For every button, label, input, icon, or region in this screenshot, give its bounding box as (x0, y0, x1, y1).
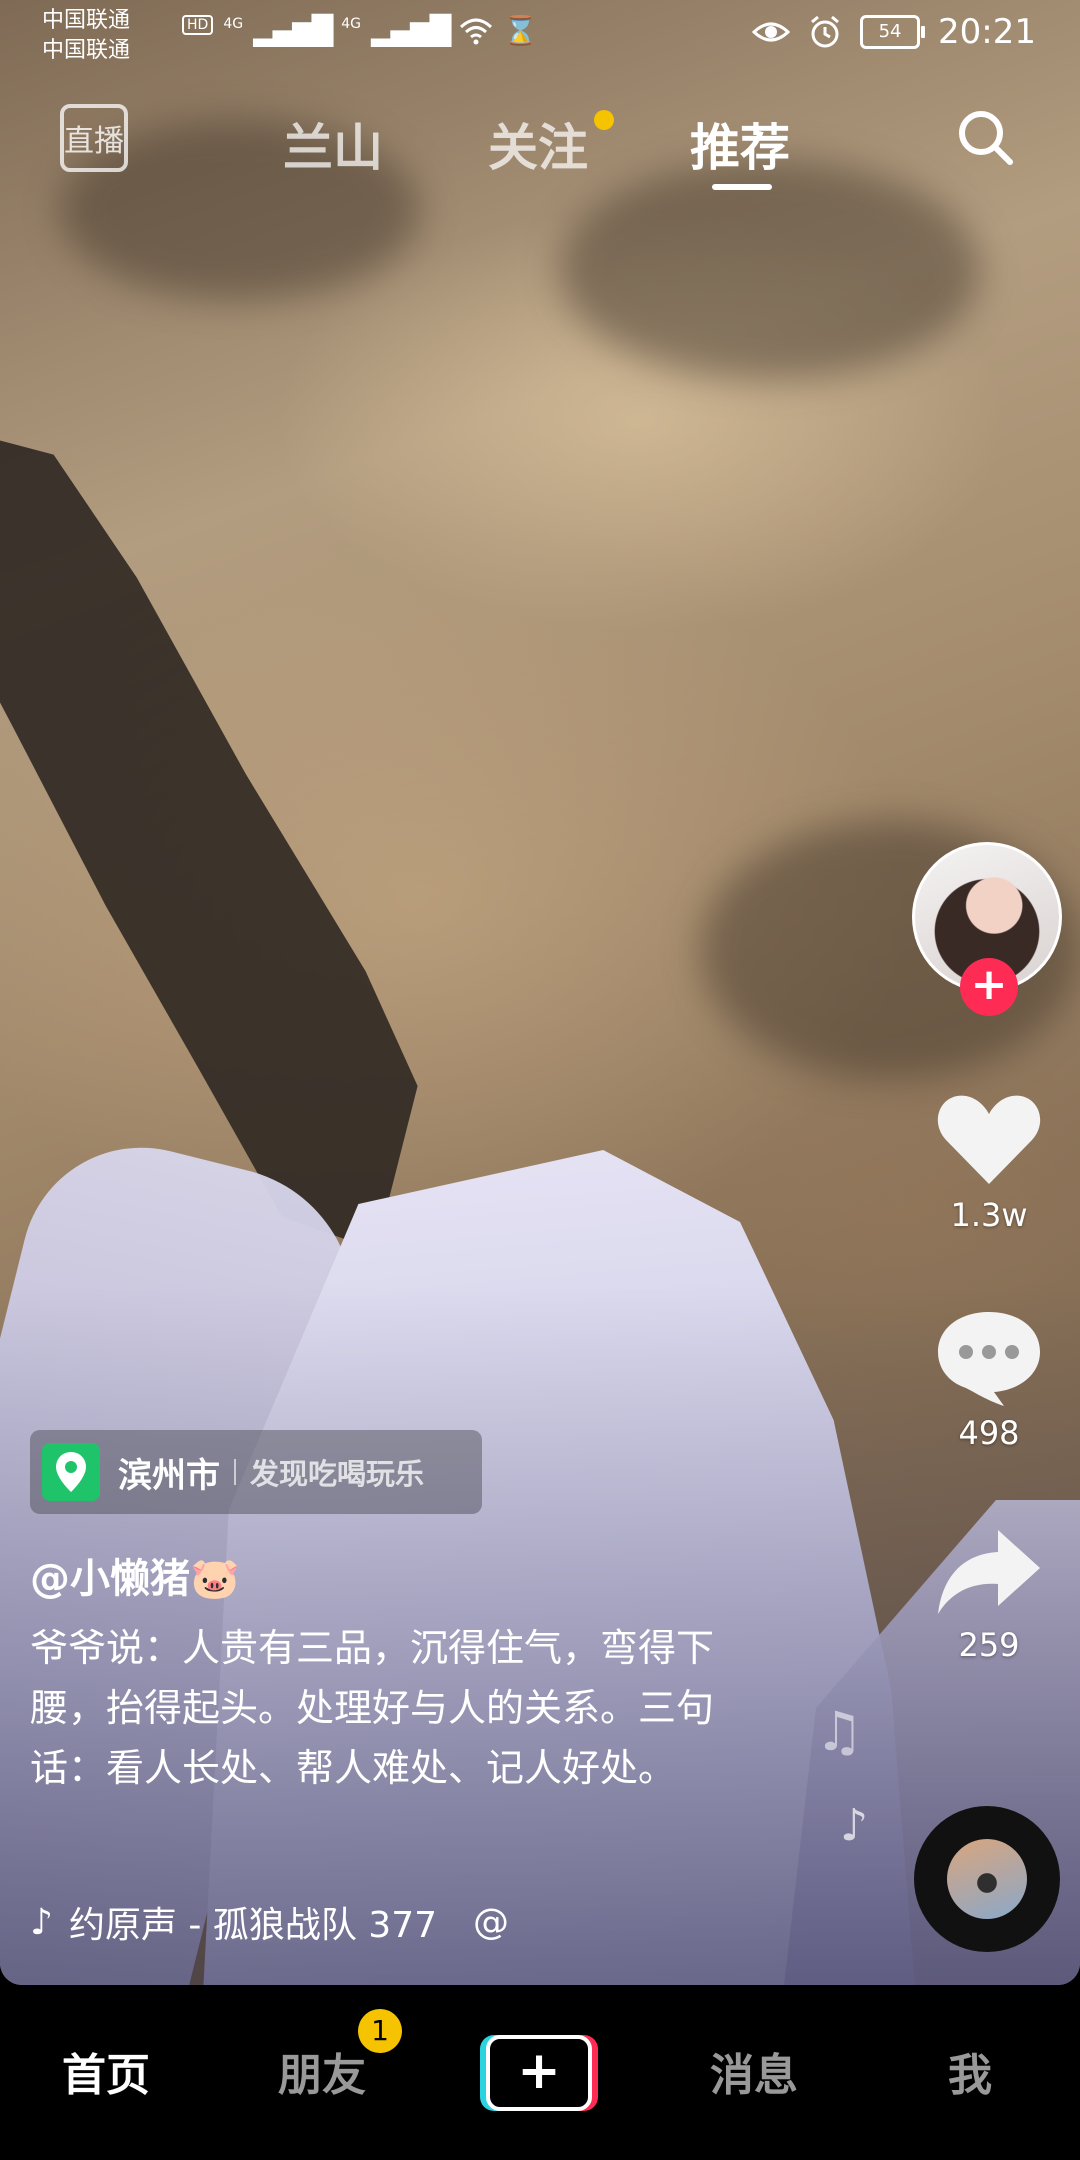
network-type: 4G (223, 15, 244, 32)
location-city: 滨州市 (118, 1455, 220, 1496)
music-title-overflow: @ (473, 1901, 510, 1943)
carrier-name: 中国联通 (42, 38, 131, 63)
music-disc[interactable] (914, 1806, 1060, 1952)
author-handle[interactable]: @小懒猪🐷 (30, 1546, 240, 1604)
active-tab-indicator (712, 184, 772, 190)
hourglass-icon: ⌛ (503, 14, 538, 47)
location-subtitle: 发现吃喝玩乐 (250, 1457, 425, 1491)
carrier-labels: 中国联通 中国联通 (42, 6, 130, 66)
carrier-name: 中国联通 (42, 8, 131, 33)
music-note-icon: ♪ (840, 1800, 869, 1851)
screen: 中国联通 中国联通 HD 4G ▂▄▆█ 4G ▂▄▆█ ⌛ 54 20:21 … (0, 0, 1080, 2160)
battery-icon: 54 (860, 15, 926, 49)
search-icon[interactable] (954, 106, 1016, 168)
signal-icon: ▂▄▆█ (253, 14, 333, 47)
divider (234, 1459, 236, 1485)
new-content-dot (594, 110, 614, 130)
tab-me[interactable]: 我 (948, 2039, 992, 2103)
share-button[interactable]: 259 (924, 1524, 1054, 1664)
tab-home[interactable]: 首页 (62, 2039, 150, 2103)
heart-icon (937, 1095, 1041, 1184)
status-time: 20:21 (938, 12, 1036, 52)
hd-badge: HD (182, 14, 214, 35)
plus-icon: + (486, 2035, 592, 2111)
like-count: 1.3w (950, 1196, 1028, 1234)
location-chip[interactable]: 滨州市 发现吃喝玩乐 (30, 1430, 482, 1514)
bottom-tab-bar: 首页 朋友 1 + 消息 我 (0, 1985, 1080, 2160)
like-button[interactable]: 1.3w (924, 1090, 1054, 1234)
music-title: 约原声 - 孤狼战队 377 (68, 1905, 438, 1946)
tab-messages[interactable]: 消息 (710, 2039, 798, 2103)
network-type: 4G (341, 15, 361, 32)
author-avatar-group: + (912, 842, 1066, 1016)
comment-count: 498 (958, 1414, 1020, 1452)
tab-following[interactable]: 关注 (488, 108, 588, 180)
share-icon (938, 1530, 1040, 1614)
friends-badge: 1 (358, 2009, 402, 2053)
signal-icon: ▂▄▆█ (370, 14, 451, 47)
music-note-icon: ♫ (815, 1700, 864, 1763)
tab-friends[interactable]: 朋友 (278, 2039, 366, 2103)
share-count: 259 (958, 1626, 1020, 1664)
status-right-group: 54 20:21 (752, 12, 1036, 52)
top-nav: 直播 兰山 关注 推荐 (0, 96, 1080, 196)
video-caption: 爷爷说：人贵有三品，沉得住气，弯得下腰，抬得起头。处理好与人的关系。三句话：看人… (30, 1626, 715, 1790)
live-button[interactable]: 直播 (60, 104, 128, 172)
comment-button[interactable]: 498 (924, 1308, 1054, 1452)
tiktok-note-icon: ♪ (30, 1901, 53, 1943)
comment-icon (938, 1312, 1040, 1406)
music-info[interactable]: ♪ 约原声 - 孤狼战队 377 @ (30, 1896, 509, 1948)
tree-shadow (0, 430, 418, 1250)
eye-icon (752, 22, 791, 42)
follow-button[interactable]: + (960, 958, 1018, 1016)
wifi-icon (460, 18, 493, 44)
status-bar: 中国联通 中国联通 HD 4G ▂▄▆█ 4G ▂▄▆█ ⌛ 54 20:21 (0, 0, 1080, 70)
tab-city[interactable]: 兰山 (283, 108, 383, 180)
tab-recommended[interactable]: 推荐 (690, 108, 790, 180)
alarm-icon (811, 15, 839, 48)
create-button[interactable]: + (480, 2035, 598, 2111)
signal-group: HD 4G ▂▄▆█ 4G ▂▄▆█ ⌛ (182, 14, 538, 47)
location-pin-icon (42, 1443, 100, 1501)
music-cover (947, 1839, 1027, 1919)
